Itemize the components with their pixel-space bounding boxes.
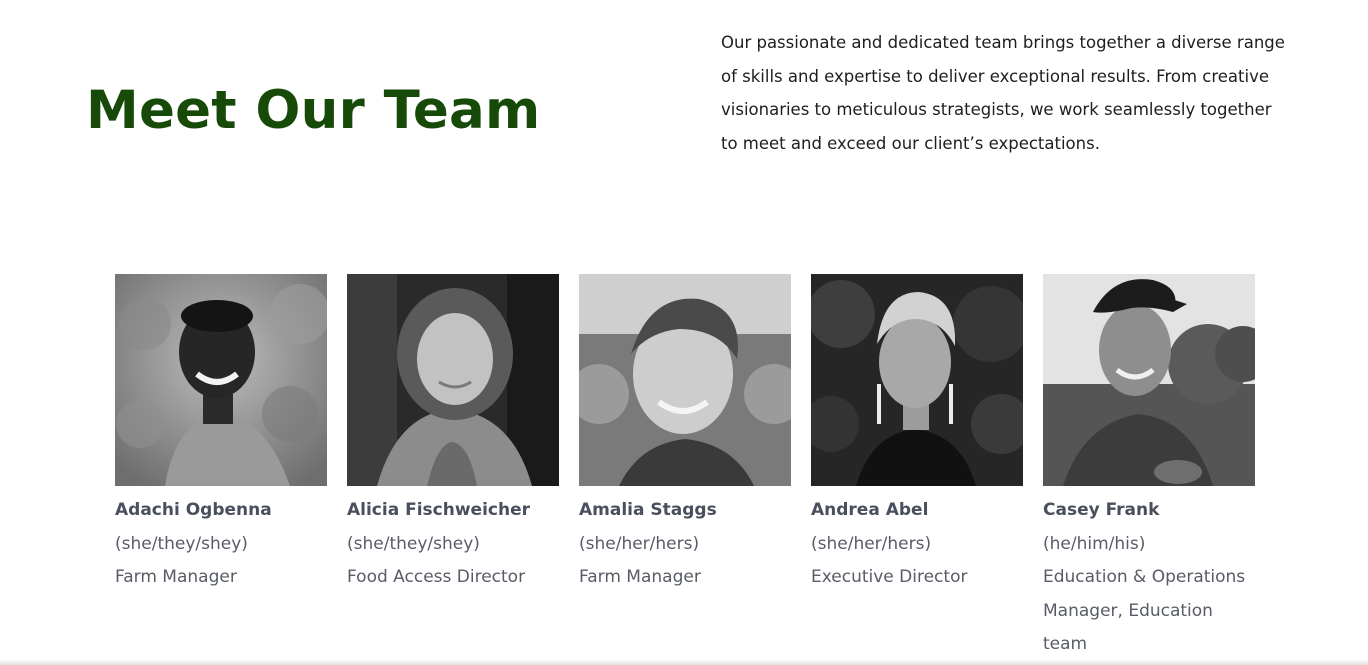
team-member-card: Casey Frank (he/him/his) Education & Ope… [1043,274,1255,662]
scroll-shadow [0,659,1368,665]
team-member-card: Andrea Abel (she/her/hers) Executive Dir… [811,274,1023,662]
team-member-photo [811,274,1023,486]
member-pronouns: (she/her/hers) [811,533,932,554]
portrait-image [115,274,327,486]
portrait-image [811,274,1023,486]
team-member-card: Alicia Fischweicher (she/they/shey) Food… [347,274,559,662]
team-member-photo [579,274,791,486]
member-name: Andrea Abel [811,500,929,520]
member-role: Food Access Director [347,567,526,587]
member-pronouns: (she/her/hers) [579,533,700,554]
member-name: Adachi Ogbenna [115,500,272,520]
page-title: Meet Our Team [86,80,541,141]
member-pronouns: (she/they/shey) [115,533,248,554]
team-member-card: Adachi Ogbenna (she/they/shey) Farm Mana… [115,274,327,662]
member-name: Alicia Fischweicher [347,500,530,520]
member-pronouns: (he/him/his) [1043,533,1146,554]
member-pronouns: (she/they/shey) [347,533,480,554]
team-grid: Adachi Ogbenna (she/they/shey) Farm Mana… [115,274,1255,662]
member-name: Amalia Staggs [579,500,717,520]
portrait-image [1043,274,1255,486]
portrait-image [579,274,791,486]
member-name: Casey Frank [1043,500,1160,520]
member-role: Executive Director [811,567,968,587]
team-member-card: Amalia Staggs (she/her/hers) Farm Manage… [579,274,791,662]
team-intro-text: Our passionate and dedicated team brings… [721,33,1285,153]
team-member-photo [1043,274,1255,486]
team-member-photo [347,274,559,486]
member-role: Education & Operations Manager, Educatio… [1043,567,1246,654]
member-role: Farm Manager [579,567,701,587]
portrait-image [347,274,559,486]
team-member-photo [115,274,327,486]
member-role: Farm Manager [115,567,237,587]
